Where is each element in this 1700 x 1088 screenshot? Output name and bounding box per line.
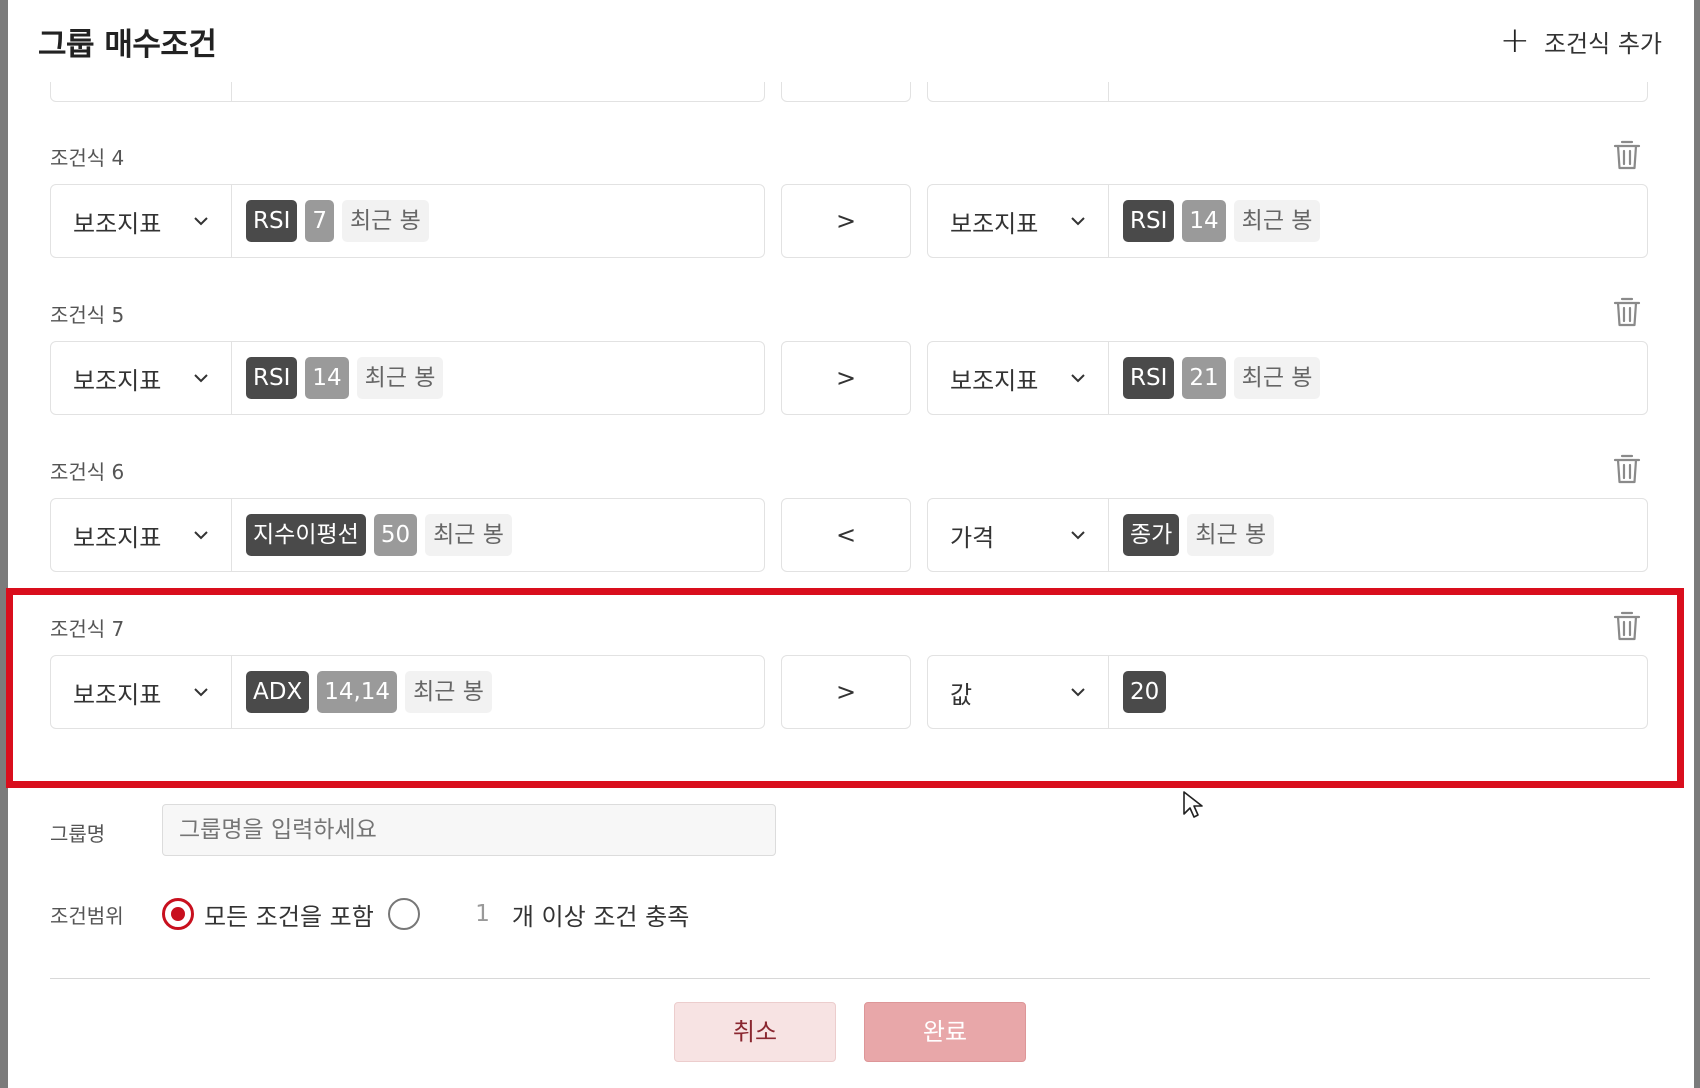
option-count-label: 개 이상 조건 충족 [511, 902, 690, 931]
mouse-cursor-icon [1183, 791, 1203, 818]
right-type-select[interactable]: 값 [927, 655, 1109, 729]
operator-select[interactable]: < [781, 498, 911, 572]
left-type-select[interactable]: 보조지표 [50, 184, 232, 258]
left-type-select[interactable]: 보조지표 [50, 498, 232, 572]
chevron-down-icon [194, 531, 208, 540]
indicator-tag[interactable]: 지수이평선 [246, 514, 366, 556]
right-indicator-field[interactable]: RSI 21 최근 봉 [1108, 341, 1648, 415]
footer-divider [50, 978, 1650, 979]
modal-header: 그룹 매수조건 + 조건식 추가 [8, 0, 1694, 82]
price-tag[interactable]: 종가 [1123, 514, 1180, 556]
indicator-tag[interactable]: RSI [246, 357, 298, 399]
left-indicator-field[interactable]: RSI 14 최근 봉 [231, 341, 765, 415]
group-name-input[interactable] [162, 804, 776, 856]
done-button[interactable]: 완료 [864, 1002, 1026, 1062]
select-value: 값 [950, 680, 973, 709]
condition-count-input[interactable] [429, 892, 502, 936]
chevron-down-icon [1071, 688, 1085, 697]
trash-icon[interactable] [1612, 452, 1642, 486]
radio-count-conditions[interactable] [387, 898, 420, 930]
candle-tag[interactable]: 최근 봉 [1187, 514, 1275, 556]
indicator-tag[interactable]: RSI [246, 200, 298, 242]
right-type-select[interactable]: 보조지표 [927, 184, 1109, 258]
indicator-tag[interactable]: RSI [1123, 357, 1175, 399]
trash-icon[interactable] [1612, 295, 1642, 329]
value-tag[interactable]: 20 [1123, 671, 1167, 713]
condition-row: 보조지표 지수이평선 50 최근 봉 < 가격 종가 최근 봉 [50, 498, 1648, 574]
chevron-down-icon [1071, 531, 1085, 540]
param-tag[interactable]: 21 [1182, 357, 1226, 399]
condition-row: 보조지표 RSI 7 최근 봉 > 보조지표 RSI 14 최근 봉 [50, 184, 1648, 260]
right-type-select[interactable]: 가격 [927, 498, 1109, 572]
condition-label: 조건식 7 [50, 617, 125, 641]
candle-tag[interactable]: 최근 봉 [405, 671, 492, 713]
operator-select[interactable]: > [781, 655, 911, 729]
group-name-label: 그룹명 [50, 822, 106, 846]
condition-label: 조건식 4 [50, 146, 125, 170]
candle-tag[interactable]: 최근 봉 [342, 200, 429, 242]
select-value: 보조지표 [73, 523, 162, 552]
right-value-field[interactable]: 20 [1108, 655, 1648, 729]
param-tag[interactable]: 7 [305, 200, 335, 242]
param-tag[interactable]: 14,14 [317, 671, 398, 713]
chevron-down-icon [194, 217, 208, 226]
group-buy-condition-modal: 조건식 4 보조지표 RSI 7 최근 봉 > 보조지표 RSI 14 최근 봉… [8, 0, 1694, 1088]
select-value: 보조지표 [73, 209, 162, 238]
range-label: 조건범위 [50, 904, 124, 928]
param-tag[interactable]: 50 [373, 514, 418, 556]
left-indicator-field[interactable]: RSI 7 최근 봉 [231, 184, 765, 258]
chevron-down-icon [194, 688, 208, 697]
group-settings: 그룹명 조건범위 모든 조건을 포함 개 이상 조건 충족 취소 완료 [8, 760, 1694, 1088]
left-type-select[interactable]: 보조지표 [50, 341, 232, 415]
candle-tag[interactable]: 최근 봉 [356, 357, 444, 399]
add-condition-button[interactable]: + 조건식 추가 [1500, 23, 1662, 59]
right-indicator-field[interactable]: RSI 14 최근 봉 [1108, 184, 1648, 258]
left-type-select[interactable]: 보조지표 [50, 655, 232, 729]
plus-icon: + [1499, 20, 1530, 61]
select-value: 보조지표 [950, 209, 1039, 238]
add-condition-label: 조건식 추가 [1543, 29, 1662, 58]
condition-list[interactable]: 조건식 4 보조지표 RSI 7 최근 봉 > 보조지표 RSI 14 최근 봉… [8, 0, 1694, 760]
left-indicator-field[interactable]: 지수이평선 50 최근 봉 [231, 498, 765, 572]
range-options: 모든 조건을 포함 개 이상 조건 충족 [162, 886, 703, 942]
page-backdrop-right [1694, 0, 1700, 1088]
operator-select[interactable]: > [781, 341, 911, 415]
param-tag[interactable]: 14 [1182, 200, 1226, 242]
modal-title: 그룹 매수조건 [38, 26, 217, 63]
condition-row: 보조지표 RSI 14 최근 봉 > 보조지표 RSI 21 최근 봉 [50, 341, 1648, 417]
radio-all-conditions[interactable] [162, 898, 194, 930]
select-value: 가격 [950, 523, 995, 552]
candle-tag[interactable]: 최근 봉 [1233, 357, 1321, 399]
candle-tag[interactable]: 최근 봉 [1233, 200, 1321, 242]
page-backdrop-left [0, 0, 8, 1088]
condition-row: 보조지표 ADX 14,14 최근 봉 > 값 20 [50, 655, 1648, 731]
right-type-select[interactable]: 보조지표 [927, 341, 1109, 415]
param-tag[interactable]: 14 [305, 357, 349, 399]
chevron-down-icon [1071, 374, 1085, 383]
left-indicator-field[interactable]: ADX 14,14 최근 봉 [231, 655, 765, 729]
cancel-button[interactable]: 취소 [674, 1002, 836, 1062]
select-value: 보조지표 [73, 680, 162, 709]
indicator-tag[interactable]: ADX [246, 671, 310, 713]
chevron-down-icon [1071, 217, 1085, 226]
condition-label: 조건식 5 [50, 303, 125, 327]
condition-label: 조건식 6 [50, 460, 125, 484]
select-value: 보조지표 [73, 366, 162, 395]
select-value: 보조지표 [950, 366, 1039, 395]
right-price-field[interactable]: 종가 최근 봉 [1108, 498, 1648, 572]
option-all-label: 모든 조건을 포함 [204, 902, 374, 931]
chevron-down-icon [194, 374, 208, 383]
candle-tag[interactable]: 최근 봉 [425, 514, 512, 556]
trash-icon[interactable] [1612, 609, 1642, 643]
trash-icon[interactable] [1612, 138, 1642, 172]
indicator-tag[interactable]: RSI [1123, 200, 1175, 242]
operator-select[interactable]: > [781, 184, 911, 258]
